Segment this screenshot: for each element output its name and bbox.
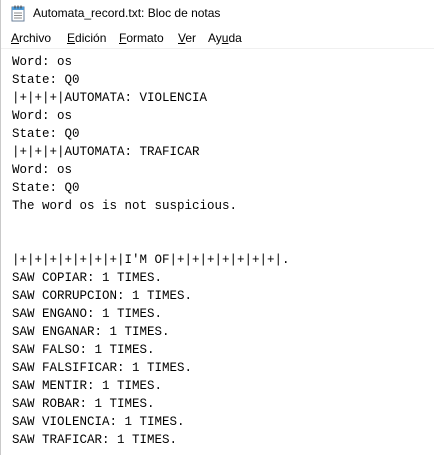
menu-edicion-accel: E: [67, 31, 76, 45]
editor-line: |+|+|+|AUTOMATA: VIOLENCIA: [12, 91, 208, 105]
menu-bar: Archivo Edición Formato Ver Ayuda: [1, 28, 434, 48]
editor-line: SAW VIOLENCIA: 1 TIMES.: [12, 415, 185, 429]
menu-formato[interactable]: Formato: [119, 31, 164, 45]
menu-archivo-label: rchivo: [19, 31, 52, 45]
menu-divider: [1, 48, 434, 49]
menu-ayuda-prefix: Ay: [208, 31, 222, 45]
editor-line: SAW ENGANO: 1 TIMES.: [12, 307, 163, 321]
editor-line: The word os is not suspicious.: [12, 199, 238, 213]
editor-line: SAW FALSO: 1 TIMES.: [12, 343, 155, 357]
menu-edicion-label: dición: [75, 31, 107, 45]
editor-line: SAW CORRUPCION: 1 TIMES.: [12, 289, 193, 303]
editor-line: SAW COPIAR: 1 TIMES.: [12, 271, 163, 285]
text-editor[interactable]: Word: os State: Q0 |+|+|+|AUTOMATA: VIOL…: [1, 50, 434, 455]
menu-archivo[interactable]: Archivo: [11, 31, 51, 45]
notepad-icon[interactable]: [11, 5, 25, 22]
editor-line: |+|+|+|AUTOMATA: TRAFICAR: [12, 145, 200, 159]
menu-ver-label: er: [185, 31, 197, 45]
editor-line: |+|+|+|+|+|+|+|I'M OF|+|+|+|+|+|+|+|.: [12, 253, 290, 267]
editor-line: Word: os: [12, 163, 73, 177]
editor-line: Word: os: [12, 109, 73, 123]
editor-line: SAW ROBAR: 1 TIMES.: [12, 397, 155, 411]
editor-line: SAW TRAFICAR: 1 TIMES.: [12, 433, 178, 447]
menu-ayuda[interactable]: Ayuda: [208, 31, 242, 45]
editor-line: SAW MENTIR: 1 TIMES.: [12, 379, 163, 393]
menu-archivo-accel: A: [11, 31, 20, 45]
menu-edicion[interactable]: Edición: [67, 31, 106, 45]
editor-line: Word: os: [12, 55, 73, 69]
editor-line: State: Q0: [12, 127, 80, 141]
title-bar[interactable]: Automata_record.txt: Bloc de notas: [1, 0, 434, 28]
editor-line: SAW FALSIFICAR: 1 TIMES.: [12, 361, 193, 375]
menu-ver[interactable]: Ver: [178, 31, 196, 45]
window-title: Automata_record.txt: Bloc de notas: [33, 6, 221, 20]
editor-line: State: Q0: [12, 73, 80, 87]
notepad-window: Automata_record.txt: Bloc de notas Archi…: [0, 0, 434, 455]
editor-line: SAW ENGANAR: 1 TIMES.: [12, 325, 170, 339]
editor-line: State: Q0: [12, 181, 80, 195]
menu-formato-label: ormato: [126, 31, 164, 45]
menu-ayuda-label: da: [228, 31, 242, 45]
